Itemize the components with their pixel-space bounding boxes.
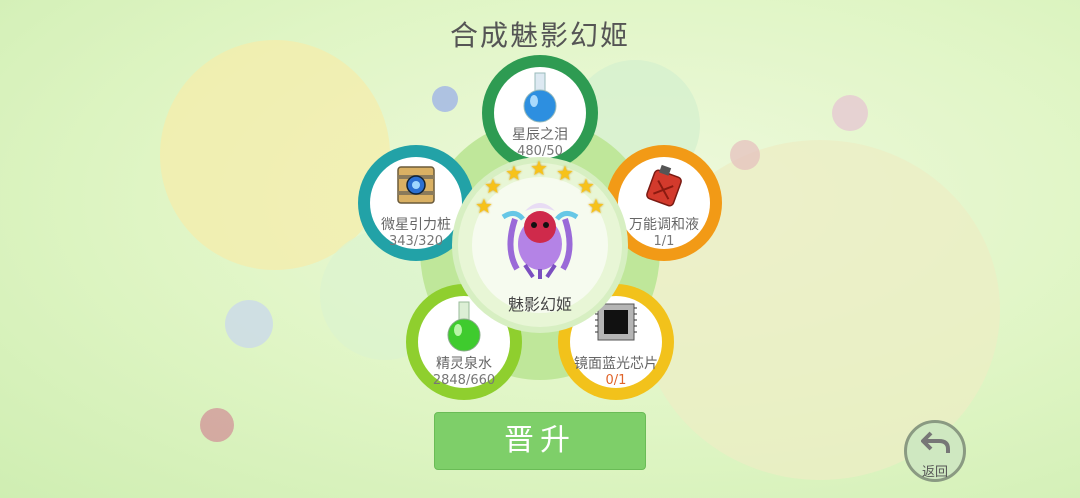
material-universal-fluid[interactable]: 万能调和液 1/1 <box>606 145 722 261</box>
character-portrait-icon <box>501 203 579 279</box>
star-icon: ★ <box>556 161 574 185</box>
bg-blob <box>160 40 390 270</box>
target-character: 魅影幻姬 <box>458 163 622 327</box>
red-jerrycan-icon <box>646 164 682 207</box>
bg-blob <box>200 408 234 442</box>
material-name: 精灵泉水 <box>436 356 492 372</box>
material-count: 1/1 <box>653 234 675 249</box>
bg-blob <box>225 300 273 348</box>
upgrade-button[interactable]: 晋升 <box>434 412 646 470</box>
material-count: 2848/660 <box>432 373 496 388</box>
star-icon: ★ <box>530 156 548 180</box>
material-name: 微星引力桩 <box>381 217 451 233</box>
star-icon: ★ <box>484 174 502 198</box>
material-star-tears[interactable]: 星辰之泪 480/50 <box>482 55 598 171</box>
material-count: 0/1 <box>605 373 627 388</box>
character-name: 魅影幻姬 <box>507 295 572 314</box>
material-gravity-pile[interactable]: 微星引力桩 343/320 <box>358 145 474 261</box>
back-label: 返回 <box>921 465 948 480</box>
star-icon: ★ <box>475 194 493 218</box>
star-icon: ★ <box>587 194 605 218</box>
blue-potion-icon <box>523 72 557 123</box>
back-arrow-icon <box>921 431 950 453</box>
star-icon: ★ <box>577 174 595 198</box>
bg-blob <box>432 86 458 112</box>
material-name: 星辰之泪 <box>512 127 568 143</box>
back-button[interactable]: 返回 <box>904 420 966 482</box>
star-icon: ★ <box>505 161 523 185</box>
material-name: 万能调和液 <box>629 217 699 233</box>
bg-blob <box>730 140 760 170</box>
material-name: 镜面蓝光芯片 <box>574 356 658 372</box>
bg-blob <box>832 95 868 131</box>
gravity-device-icon <box>397 166 435 204</box>
page-title: 合成魅影幻姬 <box>449 19 630 52</box>
material-count: 343/320 <box>388 234 443 249</box>
